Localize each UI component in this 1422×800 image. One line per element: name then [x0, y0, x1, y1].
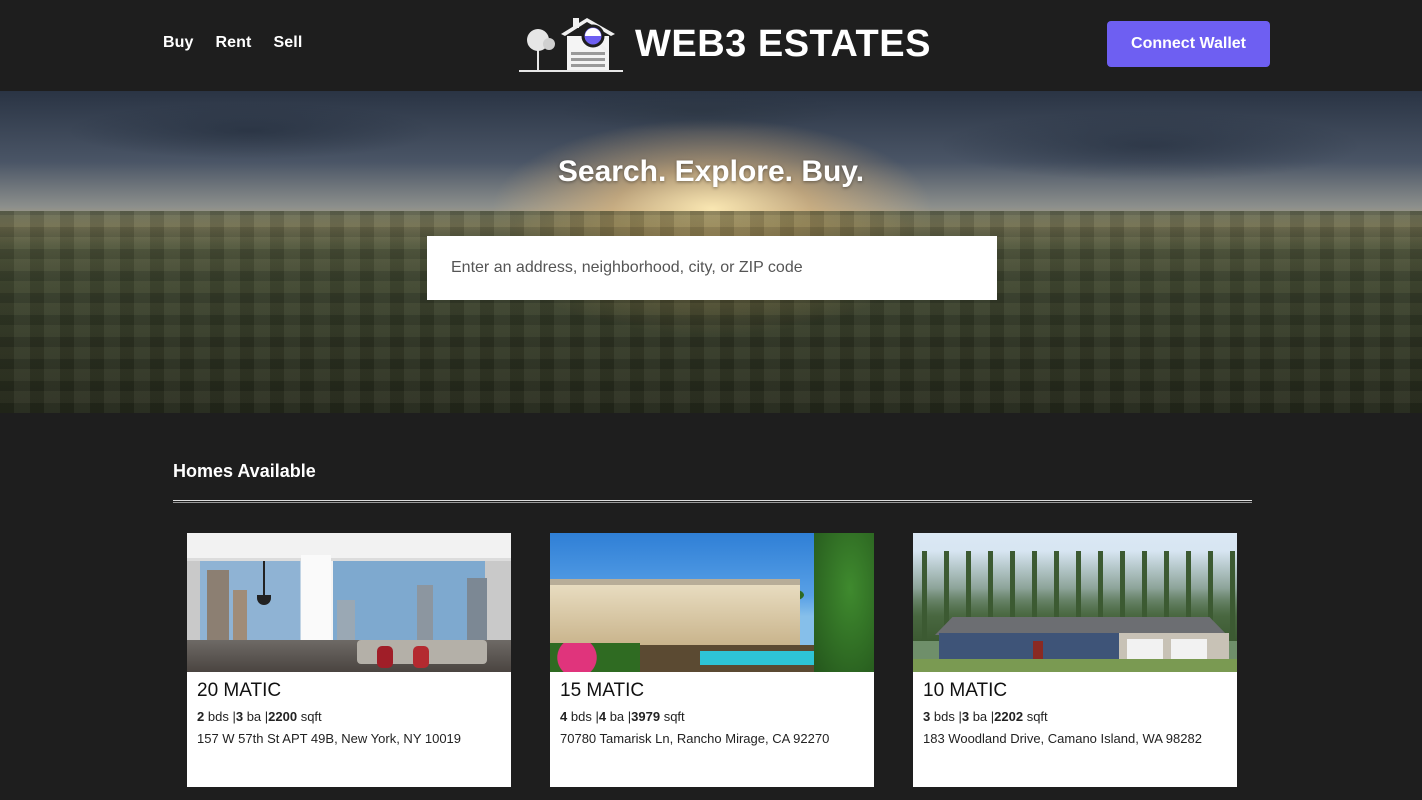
hero-title: Search. Explore. Buy.	[557, 155, 865, 188]
home-beds: 2	[197, 709, 205, 724]
home-baths-unit: ba	[246, 709, 262, 724]
nav-link-rent[interactable]: Rent	[216, 34, 252, 52]
top-navbar: Buy Rent Sell WEB3 ESTATES Connect Walle…	[0, 0, 1422, 91]
home-card[interactable]: 20 MATIC 2 bds |3 ba |2200 sqft 157 W 57…	[187, 533, 511, 787]
home-sqft-unit: sqft	[1026, 709, 1048, 724]
house-search-logo-icon	[519, 18, 623, 72]
home-baths: 4	[598, 709, 607, 724]
home-address: 183 Woodland Drive, Camano Island, WA 98…	[923, 731, 1202, 746]
home-beds-unit: bds	[933, 709, 955, 724]
home-photo	[913, 533, 1237, 672]
home-beds-unit: bds	[207, 709, 229, 724]
home-address: 70780 Tamarisk Ln, Rancho Mirage, CA 922…	[560, 731, 830, 746]
home-baths: 3	[235, 709, 244, 724]
nav-link-buy[interactable]: Buy	[163, 34, 194, 52]
nav-links: Buy Rent Sell	[163, 34, 324, 52]
section-title: Homes Available	[173, 461, 316, 481]
section-divider	[173, 500, 1252, 503]
home-baths-unit: ba	[609, 709, 625, 724]
home-card[interactable]: 10 MATIC 3 bds |3 ba |2202 sqft 183 Wood…	[913, 533, 1237, 787]
connect-wallet-button[interactable]: Connect Wallet	[1107, 21, 1270, 67]
home-beds-unit: bds	[570, 709, 592, 724]
home-baths: 3	[961, 709, 970, 724]
hero-banner: Search. Explore. Buy.	[0, 91, 1422, 413]
home-price: 20 MATIC	[197, 680, 282, 701]
home-specs: 2 bds |3 ba |2200 sqft	[197, 709, 322, 724]
home-photo	[187, 533, 511, 672]
nav-link-sell[interactable]: Sell	[274, 34, 303, 52]
home-price: 15 MATIC	[560, 680, 645, 701]
home-beds: 4	[560, 709, 568, 724]
search-input[interactable]	[427, 236, 997, 300]
home-specs: 4 bds |4 ba |3979 sqft	[560, 709, 685, 724]
home-baths-unit: ba	[972, 709, 988, 724]
home-address: 157 W 57th St APT 49B, New York, NY 1001…	[197, 731, 462, 746]
home-sqft-unit: sqft	[663, 709, 685, 724]
home-sqft: 2202	[994, 709, 1024, 724]
home-card[interactable]: 15 MATIC 4 bds |4 ba |3979 sqft 70780 Ta…	[550, 533, 874, 787]
home-beds: 3	[923, 709, 931, 724]
home-price: 10 MATIC	[923, 680, 1008, 701]
brand-name: WEB3 ESTATES	[635, 22, 931, 65]
home-sqft: 3979	[631, 709, 661, 724]
home-photo	[550, 533, 874, 672]
home-sqft-unit: sqft	[300, 709, 322, 724]
brand[interactable]: WEB3 ESTATES	[519, 12, 931, 76]
home-specs: 3 bds |3 ba |2202 sqft	[923, 709, 1048, 724]
home-sqft: 2200	[268, 709, 298, 724]
